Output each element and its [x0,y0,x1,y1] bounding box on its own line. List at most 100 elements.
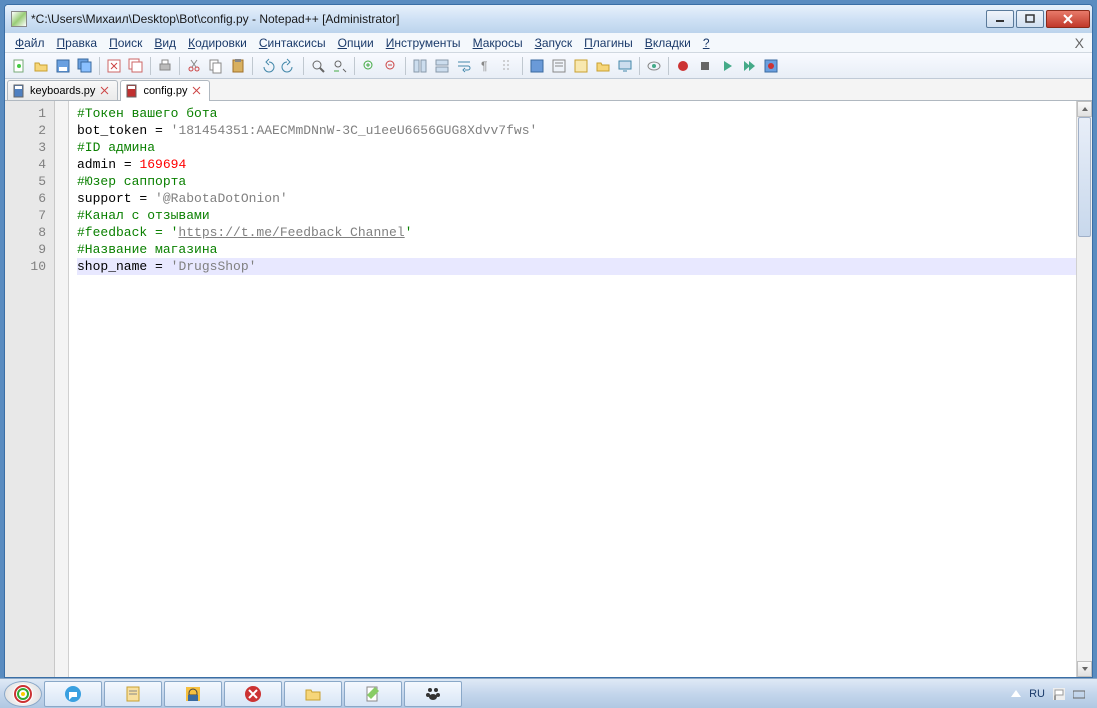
line-number[interactable]: 7 [5,207,54,224]
close-all-icon[interactable] [126,56,146,76]
menu-вид[interactable]: Вид [148,35,182,51]
code-editor[interactable]: #Токен вашего ботаbot_token = '181454351… [69,101,1076,677]
mdichild-close-icon[interactable]: X [1075,35,1084,51]
menu-файл[interactable]: Файл [9,35,51,51]
scroll-thumb[interactable] [1078,117,1091,237]
save-icon[interactable] [53,56,73,76]
indent-guide-icon[interactable] [498,56,518,76]
line-number[interactable]: 10 [5,258,54,275]
close-button[interactable] [1046,10,1090,28]
tab-keyboards-py[interactable]: keyboards.py [7,80,118,100]
scroll-up-icon[interactable] [1077,101,1092,117]
show-hidden-icon[interactable] [644,56,664,76]
tray-up-icon[interactable] [1011,690,1021,697]
find-icon[interactable] [308,56,328,76]
toolbar: ¶ [5,53,1092,79]
copy-icon[interactable] [206,56,226,76]
code-line[interactable]: support = '@RabotaDotOnion' [77,190,1076,207]
lang-udl-icon[interactable] [527,56,547,76]
func-list-icon[interactable] [571,56,591,76]
scroll-down-icon[interactable] [1077,661,1092,677]
line-number[interactable]: 5 [5,173,54,190]
maximize-button[interactable] [1016,10,1044,28]
menu-синтаксисы[interactable]: Синтаксисы [253,35,332,51]
menu-плагины[interactable]: Плагины [578,35,639,51]
tab-close-icon[interactable] [191,85,203,97]
line-number[interactable]: 9 [5,241,54,258]
taskbar[interactable]: RU [0,678,1097,708]
titlebar[interactable]: *C:\Users\Михаил\Desktop\Bot\config.py -… [5,5,1092,33]
code-line[interactable]: shop_name = 'DrugsShop' [77,258,1076,275]
tray-keyboard-icon[interactable] [1073,688,1085,700]
zoom-out-icon[interactable] [381,56,401,76]
doc-map-icon[interactable] [549,56,569,76]
wordwrap-icon[interactable] [454,56,474,76]
taskbar-notepadpp-icon[interactable] [344,681,402,707]
taskbar-messenger-icon[interactable] [44,681,102,707]
line-number[interactable]: 8 [5,224,54,241]
code-line[interactable]: #Канал с отзывами [77,207,1076,224]
window-title: *C:\Users\Михаил\Desktop\Bot\config.py -… [31,12,986,26]
sync-h-icon[interactable] [432,56,452,76]
menu-опции[interactable]: Опции [332,35,380,51]
scroll-track[interactable] [1077,117,1092,661]
line-number[interactable]: 3 [5,139,54,156]
tab-config-py[interactable]: config.py [120,80,210,101]
menu-кодировки[interactable]: Кодировки [182,35,253,51]
menu-макросы[interactable]: Макросы [467,35,529,51]
code-line[interactable]: #Токен вашего бота [77,105,1076,122]
redo-icon[interactable] [279,56,299,76]
taskbar-close-icon[interactable] [224,681,282,707]
fold-margin[interactable] [55,101,69,677]
replace-icon[interactable] [330,56,350,76]
line-number[interactable]: 4 [5,156,54,173]
folder-workspace-icon[interactable] [593,56,613,76]
record-macro-icon[interactable] [673,56,693,76]
open-file-icon[interactable] [31,56,51,76]
menu-запуск[interactable]: Запуск [529,35,579,51]
stop-macro-icon[interactable] [695,56,715,76]
system-tray[interactable]: RU [1011,688,1093,700]
undo-icon[interactable] [257,56,277,76]
print-icon[interactable] [155,56,175,76]
tray-flag-icon[interactable] [1053,688,1065,700]
menu-поиск[interactable]: Поиск [103,35,148,51]
code-line[interactable]: #ID админа [77,139,1076,156]
taskbar-notes-icon[interactable] [104,681,162,707]
language-indicator[interactable]: RU [1029,688,1045,700]
play-macro-icon[interactable] [717,56,737,76]
save-macro-icon[interactable] [761,56,781,76]
code-line[interactable]: admin = 169694 [77,156,1076,173]
menu-правка[interactable]: Правка [51,35,104,51]
save-all-icon[interactable] [75,56,95,76]
vertical-scrollbar[interactable] [1076,101,1092,677]
line-number[interactable]: 6 [5,190,54,207]
minimize-button[interactable] [986,10,1014,28]
new-file-icon[interactable] [9,56,29,76]
taskbar-paw-icon[interactable] [404,681,462,707]
paste-icon[interactable] [228,56,248,76]
play-multi-icon[interactable] [739,56,759,76]
show-all-chars-icon[interactable]: ¶ [476,56,496,76]
code-line[interactable]: #Юзер саппорта [77,173,1076,190]
line-number[interactable]: 2 [5,122,54,139]
tab-close-icon[interactable] [99,85,111,97]
start-button[interactable] [4,681,42,707]
zoom-in-icon[interactable] [359,56,379,76]
code-line[interactable]: #Название магазина [77,241,1076,258]
taskbar-explorer-icon[interactable] [284,681,342,707]
close-file-icon[interactable] [104,56,124,76]
separator [150,57,151,75]
taskbar-security-icon[interactable] [164,681,222,707]
cut-icon[interactable] [184,56,204,76]
line-number-gutter[interactable]: 12345678910 [5,101,55,677]
menu-?[interactable]: ? [697,35,716,51]
code-line[interactable]: #feedback = 'https://t.me/Feedback_Chann… [77,224,1076,241]
line-number[interactable]: 1 [5,105,54,122]
menu-инструменты[interactable]: Инструменты [380,35,467,51]
app-icon [11,11,27,27]
code-line[interactable]: bot_token = '181454351:AAECMmDNnW-3C_u1e… [77,122,1076,139]
monitor-icon[interactable] [615,56,635,76]
menu-вкладки[interactable]: Вкладки [639,35,697,51]
sync-v-icon[interactable] [410,56,430,76]
